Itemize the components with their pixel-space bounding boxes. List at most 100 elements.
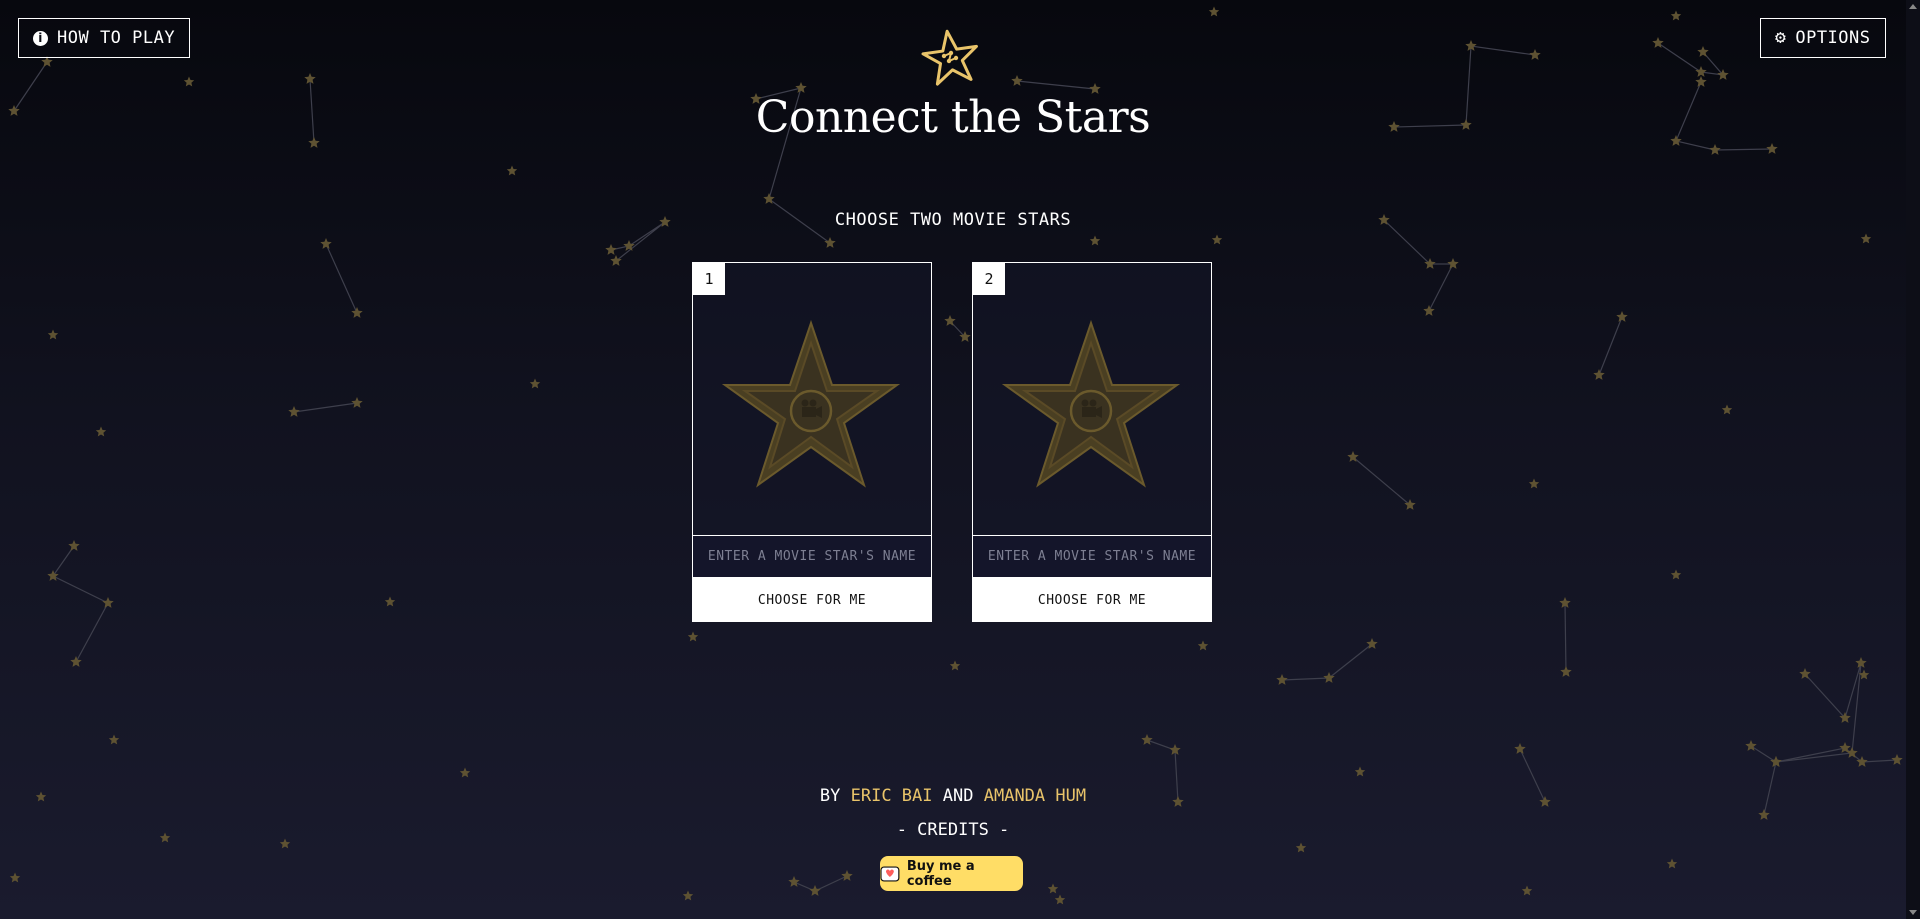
background-star: [1856, 756, 1868, 767]
background-star: [1766, 143, 1778, 154]
scroll-down-arrow[interactable]: [1909, 910, 1917, 915]
choose-for-me-button-1[interactable]: CHOOSE FOR ME: [692, 578, 932, 622]
background-star: [1529, 49, 1541, 60]
background-star: [1799, 668, 1811, 679]
background-star: [1670, 569, 1682, 580]
how-to-play-button[interactable]: i HOW TO PLAY: [18, 18, 191, 58]
options-button[interactable]: ⚙ OPTIONS: [1760, 18, 1886, 58]
background-star: [944, 315, 956, 326]
star-card-image: 1: [692, 262, 932, 536]
background-star: [351, 307, 363, 318]
background-star: [1211, 234, 1223, 245]
background-star: [95, 426, 107, 437]
byline-and: AND: [942, 786, 974, 806]
background-star: [1758, 809, 1770, 820]
background-star: [1404, 499, 1416, 510]
background-star: [183, 76, 195, 87]
card-number: 1: [693, 263, 725, 295]
background-star: [1560, 666, 1572, 677]
constellation-line: [1750, 745, 1898, 763]
background-star: [384, 596, 396, 607]
background-star: [70, 656, 82, 667]
background-star: [949, 660, 961, 671]
page-title: Connect the Stars: [755, 92, 1151, 143]
background-star: [1695, 76, 1707, 87]
background-star: [1770, 756, 1782, 767]
constellation-line: [1564, 602, 1567, 673]
background-star: [1208, 6, 1220, 17]
star-card-2: 2 CHOOSE FOR ME: [972, 262, 1212, 622]
star-card-image: 2: [972, 262, 1212, 536]
options-label: OPTIONS: [1795, 28, 1871, 48]
info-icon: i: [33, 30, 48, 46]
scrollbar[interactable]: [1906, 0, 1920, 919]
constellation-line: [293, 402, 358, 413]
background-star: [623, 240, 635, 251]
choose-for-me-button-2[interactable]: CHOOSE FOR ME: [972, 578, 1212, 622]
credits: - CREDITS -: [0, 820, 1906, 840]
background-star: [1197, 640, 1209, 651]
background-star: [1709, 144, 1721, 155]
background-star: [1447, 258, 1459, 269]
background-star: [1423, 305, 1435, 316]
background-star: [108, 734, 120, 745]
background-star: [351, 397, 363, 408]
gear-icon: ⚙: [1775, 27, 1787, 48]
card-number: 2: [973, 263, 1005, 295]
background-star: [288, 406, 300, 417]
background-star: [788, 876, 800, 887]
background-star: [1354, 766, 1366, 777]
background-star: [47, 570, 59, 581]
star-name-input-2[interactable]: [972, 536, 1212, 578]
constellation-line: [52, 545, 109, 663]
buy-me-a-coffee-button[interactable]: Buy me a coffee: [880, 856, 1023, 891]
background-star: [1528, 478, 1540, 489]
coffee-label: Buy me a coffee: [906, 858, 975, 889]
background-star: [506, 165, 518, 176]
background-star: [809, 885, 821, 896]
background-star: [1846, 747, 1858, 758]
background-star: [1521, 885, 1533, 896]
background-star: [9, 872, 21, 883]
background-star: [68, 540, 80, 551]
background-star: [1295, 842, 1307, 853]
background-star: [824, 237, 836, 248]
hollywood-star-icon: [1001, 319, 1181, 488]
background-star: [1593, 369, 1605, 380]
byline: BY ERIC BAI AND AMANDA HUM: [0, 786, 1906, 806]
constellation-line: [793, 875, 848, 892]
background-star: [1011, 75, 1023, 86]
credits-link[interactable]: - CREDITS -: [897, 820, 1010, 840]
background-star: [1323, 672, 1335, 683]
background-star: [605, 244, 617, 255]
background-star: [610, 255, 622, 266]
hollywood-star-icon: [721, 319, 901, 488]
background-star: [320, 238, 332, 249]
constellation-line: [325, 243, 358, 314]
constellation-line: [1657, 42, 1725, 76]
background-star: [459, 767, 471, 778]
background-star: [1697, 46, 1709, 57]
background-star: [1276, 674, 1288, 685]
author-link-1[interactable]: ERIC BAI: [851, 786, 933, 806]
background-star: [1514, 743, 1526, 754]
background-star: [47, 329, 59, 340]
background-star: [1141, 734, 1153, 745]
star-name-input-1[interactable]: [692, 536, 932, 578]
background-star: [687, 631, 699, 642]
how-to-play-label: HOW TO PLAY: [57, 28, 176, 48]
background-star: [529, 378, 541, 389]
scroll-up-arrow[interactable]: [1909, 4, 1917, 9]
background-star: [1721, 404, 1733, 415]
author-link-2[interactable]: AMANDA HUM: [984, 786, 1086, 806]
background-star: [1860, 233, 1872, 244]
constellation-line: [1016, 80, 1096, 90]
background-star: [1891, 754, 1903, 765]
constellation-line: [1281, 643, 1373, 681]
background-star: [1054, 894, 1066, 905]
background-star: [1089, 235, 1101, 246]
star-logo-icon: [921, 29, 978, 86]
constellation-line: [1598, 316, 1623, 376]
background-star: [1666, 858, 1678, 869]
byline-by: BY: [819, 786, 841, 806]
